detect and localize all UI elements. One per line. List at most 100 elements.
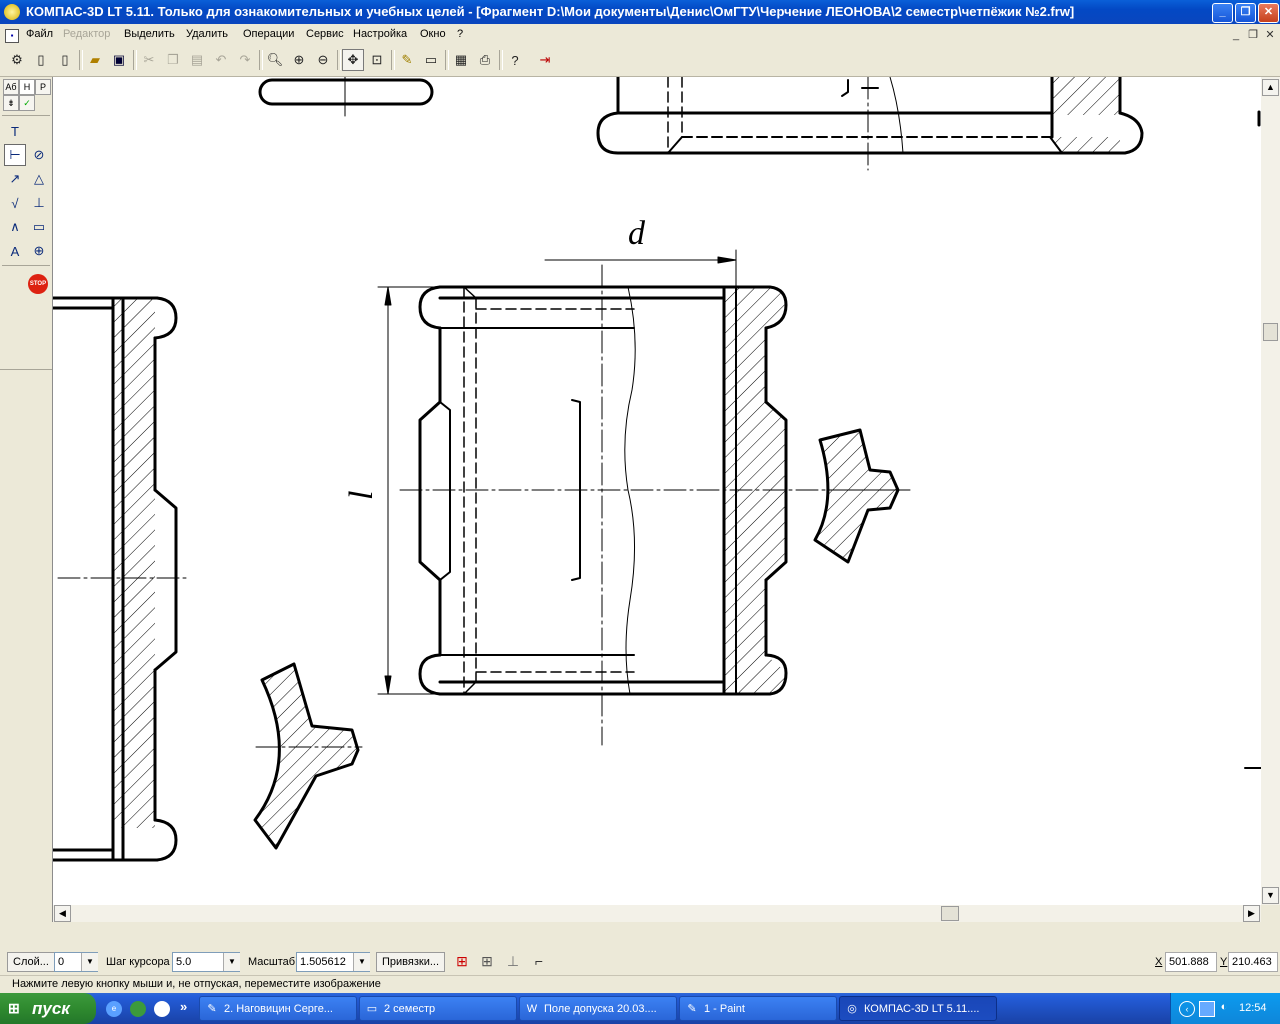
scroll-down-button[interactable]: ▼ xyxy=(1262,887,1279,904)
doc-minimize-button[interactable]: _ xyxy=(1228,28,1244,42)
scroll-right-button[interactable]: ▶ xyxy=(1243,905,1260,922)
paste-icon[interactable]: ▤ xyxy=(186,49,208,71)
doc-close-button[interactable]: ✕ xyxy=(1262,28,1278,42)
help-icon[interactable]: ? xyxy=(504,49,526,71)
ortho-icon[interactable]: ⌐ xyxy=(529,953,549,973)
minimize-button[interactable]: _ xyxy=(1212,3,1233,23)
undo-icon[interactable]: ↶ xyxy=(210,49,232,71)
grid-icon[interactable]: ⊞ xyxy=(477,953,497,973)
layer-dropdown-icon[interactable]: ▼ xyxy=(81,953,98,971)
print-icon[interactable]: ⎙ xyxy=(474,49,496,71)
cut-icon[interactable]: ✂ xyxy=(138,49,160,71)
document-icon[interactable]: ▪ xyxy=(5,29,19,43)
task-button-5[interactable]: ◎ КОМПАС-3D LT 5.11.... xyxy=(839,996,997,1021)
tab-edit[interactable]: Р xyxy=(35,79,51,95)
task-button-1[interactable]: ✎ 2. Наговицин Серге... xyxy=(199,996,357,1021)
quicklaunch-browser-icon[interactable] xyxy=(130,1001,146,1017)
tray-clock: 12:54 xyxy=(1239,1002,1267,1014)
snaps-button[interactable]: Привязки... xyxy=(376,952,446,972)
datum-icon[interactable]: ⊥ xyxy=(28,192,50,214)
drawing-svg: d l xyxy=(53,77,1261,862)
copy-icon[interactable]: ❐ xyxy=(162,49,184,71)
tray-network-icon[interactable] xyxy=(1199,1001,1215,1017)
vertical-scrollbar[interactable]: ▲ ▼ xyxy=(1261,77,1280,905)
pan-icon[interactable]: ✥ xyxy=(342,49,364,71)
windows-logo-icon: ⊞ xyxy=(8,1000,20,1016)
refresh-icon[interactable]: ▭ xyxy=(420,49,442,71)
task-label: 1 - Paint xyxy=(704,1003,745,1015)
menu-delete[interactable]: Удалить xyxy=(186,28,228,40)
snap-grid-icon[interactable]: ⊞ xyxy=(452,953,472,973)
layer-button[interactable]: Слой... xyxy=(7,952,55,972)
menu-settings[interactable]: Настройка xyxy=(353,28,407,40)
stop-icon[interactable]: STOP xyxy=(28,274,48,294)
title-bar[interactable]: КОМПАС-3D LT 5.11. Только для ознакомите… xyxy=(0,0,1280,24)
new-icon[interactable]: ▯ xyxy=(30,49,52,71)
start-label: пуск xyxy=(32,999,70,1018)
roughness-icon[interactable]: √ xyxy=(4,192,26,214)
exit-icon[interactable]: ⇥ xyxy=(534,49,556,71)
menu-window[interactable]: Окно xyxy=(420,28,446,40)
scroll-left-button[interactable]: ◀ xyxy=(54,905,71,922)
center-mark-icon[interactable]: ⊕ xyxy=(28,240,50,262)
hint-text: Нажмите левую кнопку мыши и, не отпуская… xyxy=(12,978,381,990)
menu-file[interactable]: Файл xyxy=(26,28,53,40)
maximize-button[interactable]: ❐ xyxy=(1235,3,1256,23)
tab-text[interactable]: Аб xyxy=(3,79,19,95)
linear-dimension-icon[interactable]: ⊢ xyxy=(4,144,26,166)
label-icon[interactable]: A xyxy=(4,240,26,262)
horizontal-scrollbar[interactable]: ◀ ▶ xyxy=(53,905,1261,922)
task-label: 2. Наговицин Серге... xyxy=(224,1003,333,1015)
quicklaunch-more-icon[interactable]: » xyxy=(180,999,187,1014)
open-folder-icon[interactable]: ▰ xyxy=(84,49,106,71)
local-cs-icon[interactable]: ⊥ xyxy=(503,953,523,973)
quicklaunch-ie-icon[interactable]: e xyxy=(106,1001,122,1017)
menu-select[interactable]: Выделить xyxy=(124,28,175,40)
tab-geometry-icon[interactable]: ⇟ xyxy=(3,95,19,111)
right-rib-section xyxy=(813,428,911,564)
system-tray: ‹ ◐ 12:54 xyxy=(1170,993,1280,1024)
radius-dimension-icon[interactable]: ↗ xyxy=(4,168,26,190)
vertical-scroll-thumb[interactable] xyxy=(1263,323,1278,341)
layers-icon[interactable]: ✎ xyxy=(396,49,418,71)
quicklaunch-app-icon[interactable] xyxy=(154,1001,170,1017)
scroll-up-button[interactable]: ▲ xyxy=(1262,79,1279,96)
dimension-l-label: l xyxy=(343,491,380,500)
task-button-2[interactable]: ▭ 2 семестр xyxy=(359,996,517,1021)
menu-operations[interactable]: Операции xyxy=(243,28,294,40)
tray-arrow-icon[interactable]: ‹ xyxy=(1179,1001,1195,1017)
start-button[interactable]: ⊞ пуск xyxy=(0,993,96,1024)
close-button[interactable]: ✕ xyxy=(1258,3,1279,23)
print-preview-icon[interactable]: ▦ xyxy=(450,49,472,71)
scale-dropdown-icon[interactable]: ▼ xyxy=(353,953,370,971)
status-bar: Слой... 0 ▼ Шаг курсора 5.0 ▼ Масштаб 1.… xyxy=(0,950,1280,975)
tray-volume-icon[interactable]: ◐ xyxy=(1217,1001,1231,1015)
tab-dimensions[interactable]: Н xyxy=(19,79,35,95)
horizontal-scroll-thumb[interactable] xyxy=(941,906,959,921)
menu-editor[interactable]: Редактор xyxy=(63,28,110,40)
zoom-out-icon[interactable]: ⊖ xyxy=(312,49,334,71)
scale-value: 1.505612 xyxy=(300,956,346,968)
task-button-3[interactable]: W Поле допуска 20.03.... xyxy=(519,996,677,1021)
zoom-fit-icon[interactable]: ⊡ xyxy=(366,49,388,71)
word-icon: W xyxy=(526,1003,538,1015)
drawing-canvas[interactable]: d l xyxy=(53,77,1261,905)
diameter-dimension-icon[interactable]: ⊘ xyxy=(28,144,50,166)
step-dropdown-icon[interactable]: ▼ xyxy=(223,953,240,971)
zoom-icon[interactable]: 🔍︎ xyxy=(264,49,286,71)
menu-service[interactable]: Сервис xyxy=(306,28,344,40)
doc-restore-button[interactable]: ❐ xyxy=(1245,28,1261,42)
kompas-app-icon[interactable] xyxy=(4,4,20,20)
zoom-in-icon[interactable]: ⊕ xyxy=(288,49,310,71)
gear-icon[interactable]: ⚙ xyxy=(6,49,28,71)
text-tool-icon[interactable]: T xyxy=(4,120,26,142)
angle-dimension-icon[interactable]: △ xyxy=(28,168,50,190)
redo-icon[interactable]: ↷ xyxy=(234,49,256,71)
save-icon[interactable]: ▣ xyxy=(108,49,130,71)
tab-measure-icon[interactable]: ✓ xyxy=(19,95,35,111)
leader-icon[interactable]: ∧ xyxy=(4,216,26,238)
menu-help[interactable]: ? xyxy=(457,28,463,40)
task-button-4[interactable]: ✎ 1 - Paint xyxy=(679,996,837,1021)
new-fragment-icon[interactable]: ▯ xyxy=(54,49,76,71)
tolerance-icon[interactable]: ▭ xyxy=(28,216,50,238)
